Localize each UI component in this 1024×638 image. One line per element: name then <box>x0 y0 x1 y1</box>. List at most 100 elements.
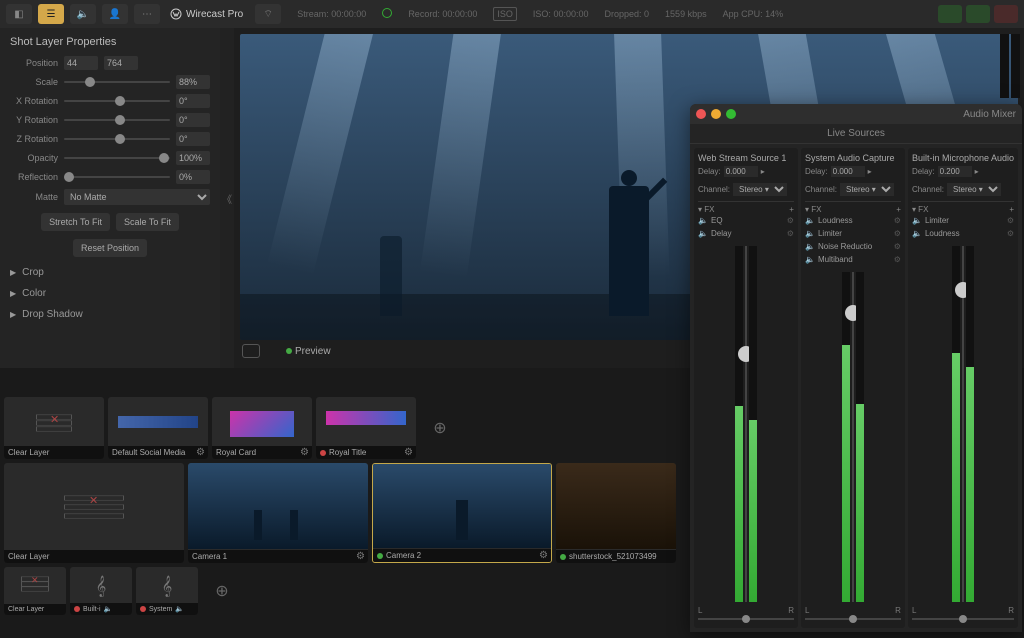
speaker-icon: 🔈 <box>912 216 922 225</box>
gear-icon[interactable]: ⚙ <box>539 550 548 561</box>
shot-royal-title[interactable]: Royal Title⚙ <box>316 397 416 459</box>
add-shot-button[interactable]: ⊕ <box>202 567 242 615</box>
gear-icon[interactable]: ⚙ <box>300 447 309 458</box>
zrot-slider[interactable] <box>64 138 170 140</box>
reset-button[interactable]: Reset Position <box>73 239 147 257</box>
meter-r <box>749 246 757 602</box>
wifi-icon[interactable]: ⌔ <box>255 4 281 24</box>
toolbar-btn-person[interactable]: 👤 <box>102 4 128 24</box>
fx-gear-icon[interactable]: ⚙ <box>1007 229 1014 238</box>
delay-input[interactable] <box>724 166 758 177</box>
dropshadow-section[interactable]: ▶Drop Shadow <box>10 309 210 320</box>
shot-social[interactable]: Default Social Media⚙ <box>108 397 208 459</box>
fader[interactable] <box>962 246 964 602</box>
fx-gear-icon[interactable]: ⚙ <box>894 255 901 264</box>
toolbar-btn-1[interactable]: ◧ <box>6 4 32 24</box>
shot-stock[interactable]: shutterstock_521073499 <box>556 463 676 563</box>
fx-gear-icon[interactable]: ⚙ <box>894 229 901 238</box>
gear-icon[interactable]: ⚙ <box>196 447 205 458</box>
gear-icon[interactable]: ⚙ <box>404 447 413 458</box>
light-green-2[interactable] <box>966 5 990 23</box>
scale-value[interactable] <box>176 75 210 89</box>
music-note-icon: 𝄞 <box>136 576 198 597</box>
stepper-icon[interactable]: ▸ <box>761 167 765 176</box>
fx-item[interactable]: 🔈Limiter⚙ <box>805 227 901 240</box>
fx-gear-icon[interactable]: ⚙ <box>787 229 794 238</box>
channel-select[interactable]: Stereo ▾ <box>840 183 894 196</box>
yrot-slider[interactable] <box>64 119 170 121</box>
gear-icon[interactable]: ⚙ <box>356 551 365 562</box>
music-note-icon: 𝄞 <box>70 576 132 597</box>
matte-select[interactable]: No Matte <box>64 189 210 205</box>
fx-gear-icon[interactable]: ⚙ <box>1007 216 1014 225</box>
xrot-slider[interactable] <box>64 100 170 102</box>
stretch-button[interactable]: Stretch To Fit <box>41 213 110 231</box>
pan-slider[interactable] <box>698 618 794 620</box>
panel-collapse-handle[interactable]: 《 <box>220 28 234 368</box>
reflection-value[interactable] <box>176 170 210 184</box>
fx-item[interactable]: 🔈Loudness⚙ <box>805 214 901 227</box>
speaker-icon: 🔈 <box>805 216 815 225</box>
scale-button[interactable]: Scale To Fit <box>116 213 179 231</box>
shot-builtin-audio[interactable]: 𝄞Built-i 🔈 <box>70 567 132 615</box>
shot-clear-1[interactable]: ✕Clear Layer <box>4 397 104 459</box>
shot-camera-2[interactable]: Camera 2⚙ <box>372 463 552 563</box>
opacity-value[interactable] <box>176 151 210 165</box>
fx-gear-icon[interactable]: ⚙ <box>894 216 901 225</box>
scale-slider[interactable] <box>64 81 170 83</box>
record-indicator[interactable] <box>382 8 392 20</box>
xrot-value[interactable] <box>176 94 210 108</box>
fx-item[interactable]: 🔈EQ⚙ <box>698 214 794 227</box>
channel-meters <box>805 272 901 602</box>
shot-royal-card[interactable]: Royal Card⚙ <box>212 397 312 459</box>
crop-section[interactable]: ▶Crop <box>10 267 210 278</box>
channel-meters <box>698 246 794 602</box>
minimize-icon[interactable] <box>711 109 721 119</box>
fx-item[interactable]: 🔈Noise Reductio⚙ <box>805 240 901 253</box>
fader[interactable] <box>745 246 747 602</box>
opacity-slider[interactable] <box>64 157 170 159</box>
toolbar-btn-audio[interactable]: 🔈 <box>70 4 96 24</box>
fx-item[interactable]: 🔈Delay⚙ <box>698 227 794 240</box>
mixer-channel: Built-in Microphone AudioDelay:▸Channel:… <box>908 148 1018 628</box>
stepper-icon[interactable]: ▸ <box>975 167 979 176</box>
add-shot-button[interactable]: ⊕ <box>420 397 460 459</box>
reflection-slider[interactable] <box>64 176 170 178</box>
pan-slider[interactable] <box>912 618 1014 620</box>
shot-clear-3[interactable]: ✕Clear Layer <box>4 567 66 615</box>
add-fx-button[interactable]: + <box>1009 205 1014 214</box>
zrot-value[interactable] <box>176 132 210 146</box>
channel-select[interactable]: Stereo ▾ <box>947 183 1001 196</box>
pan-slider[interactable] <box>805 618 901 620</box>
mixer-titlebar[interactable]: Audio Mixer <box>690 104 1022 124</box>
shot-clear-2[interactable]: ✕Clear Layer <box>4 463 184 563</box>
toolbar-btn-more[interactable]: ⋯ <box>134 4 160 24</box>
close-icon[interactable] <box>696 109 706 119</box>
zoom-icon[interactable] <box>726 109 736 119</box>
position-y-input[interactable] <box>104 56 138 70</box>
properties-panel: Shot Layer Properties Position Scale X R… <box>0 28 220 368</box>
fx-gear-icon[interactable]: ⚙ <box>787 216 794 225</box>
fx-item[interactable]: 🔈Multiband⚙ <box>805 253 901 266</box>
shot-camera-1[interactable]: Camera 1⚙ <box>188 463 368 563</box>
yrot-value[interactable] <box>176 113 210 127</box>
stepper-icon[interactable]: ▸ <box>868 167 872 176</box>
fx-gear-icon[interactable]: ⚙ <box>894 242 901 251</box>
fx-item[interactable]: 🔈Loudness⚙ <box>912 227 1014 240</box>
add-fx-button[interactable]: + <box>789 205 794 214</box>
headphones-icon[interactable] <box>242 344 260 358</box>
add-fx-button[interactable]: + <box>896 205 901 214</box>
color-section[interactable]: ▶Color <box>10 288 210 299</box>
toolbar-btn-layers[interactable]: ☰ <box>38 4 64 24</box>
iso-badge[interactable]: ISO <box>493 7 517 21</box>
delay-input[interactable] <box>831 166 865 177</box>
shot-system-audio[interactable]: 𝄞System 🔈 <box>136 567 198 615</box>
fx-item[interactable]: 🔈Limiter⚙ <box>912 214 1014 227</box>
channel-select[interactable]: Stereo ▾ <box>733 183 787 196</box>
light-green-1[interactable] <box>938 5 962 23</box>
mixer-channel: Web Stream Source 1Delay:▸Channel:Stereo… <box>694 148 798 628</box>
position-x-input[interactable] <box>64 56 98 70</box>
light-red[interactable] <box>994 5 1018 23</box>
fader[interactable] <box>852 272 854 602</box>
delay-input[interactable] <box>938 166 972 177</box>
